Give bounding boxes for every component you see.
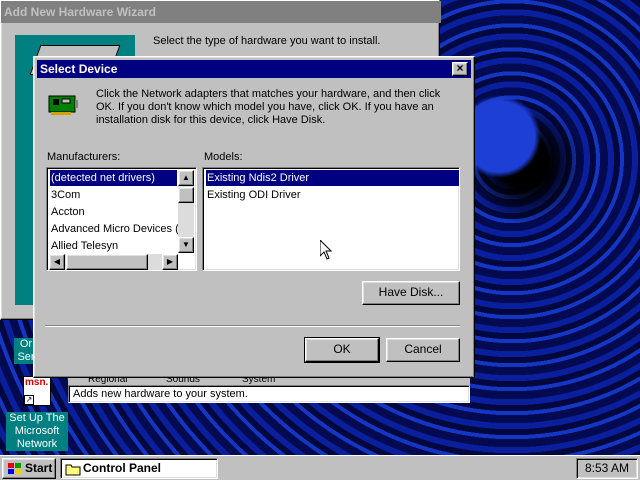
taskbar: Start Control Panel 8:53 AM — [0, 455, 640, 480]
scroll-right-arrow-icon[interactable]: ▶ — [162, 254, 178, 270]
msn-icon: msn. ↗ — [23, 376, 51, 406]
list-item[interactable]: Allied Telesyn — [50, 238, 118, 254]
wizard-instruction: Select the type of hardware you want to … — [153, 35, 381, 47]
close-icon: × — [456, 61, 464, 75]
ok-button[interactable]: OK — [304, 337, 380, 363]
taskbar-button-control-panel[interactable]: Control Panel — [60, 458, 218, 479]
cancel-button[interactable]: Cancel — [386, 338, 460, 362]
list-item[interactable]: Advanced Micro Devices (AI — [50, 221, 189, 237]
shortcut-arrow-icon: ↗ — [24, 395, 34, 405]
wizard-title: Add New Hardware Wizard — [1, 1, 441, 23]
list-item[interactable]: Existing ODI Driver — [206, 187, 301, 203]
network-adapter-icon — [48, 95, 78, 115]
msn-logo-text: msn. — [25, 377, 49, 388]
scroll-thumb[interactable] — [66, 254, 148, 270]
windows-logo-icon — [8, 463, 21, 474]
horizontal-scrollbar[interactable]: ◀ ▶ — [49, 254, 178, 270]
models-label: Models: — [204, 151, 243, 163]
dialog-title: Select Device — [37, 60, 471, 78]
scroll-up-arrow-icon[interactable]: ▲ — [178, 170, 194, 186]
desktop-icon-label: Set Up The — [6, 412, 68, 425]
start-button[interactable]: Start — [2, 458, 56, 479]
system-tray-clock: 8:53 AM — [576, 458, 638, 479]
status-bar: Adds new hardware to your system. — [68, 385, 470, 403]
scroll-down-arrow-icon[interactable]: ▼ — [178, 237, 194, 253]
mouse-cursor-icon — [320, 240, 332, 260]
taskbar-button-label: Control Panel — [83, 461, 162, 475]
dialog-separator — [45, 325, 460, 327]
list-item[interactable]: Accton — [50, 204, 85, 220]
list-item[interactable]: Existing Ndis2 Driver — [206, 170, 459, 186]
desktop-icon-label: Microsoft — [6, 425, 68, 438]
scroll-left-arrow-icon[interactable]: ◀ — [49, 254, 65, 270]
start-label: Start — [25, 461, 53, 475]
close-button[interactable]: × — [452, 62, 468, 76]
folder-icon — [65, 464, 81, 476]
list-item[interactable]: (detected net drivers) — [49, 169, 178, 187]
manufacturers-listbox[interactable]: (detected net drivers) 3Com Accton Advan… — [46, 167, 197, 271]
vertical-scrollbar[interactable]: ▲ ▼ — [178, 170, 194, 253]
desktop-icon-msn[interactable]: msn. ↗ Set Up The Microsoft Network — [6, 376, 68, 451]
list-item[interactable]: 3Com — [50, 187, 80, 203]
scroll-thumb[interactable] — [178, 187, 194, 203]
dialog-description: Click the Network adapters that matches … — [96, 88, 441, 126]
manufacturers-label: Manufacturers: — [47, 151, 121, 163]
desktop-icon-label: Network — [6, 438, 68, 451]
have-disk-button[interactable]: Have Disk... — [362, 281, 460, 305]
